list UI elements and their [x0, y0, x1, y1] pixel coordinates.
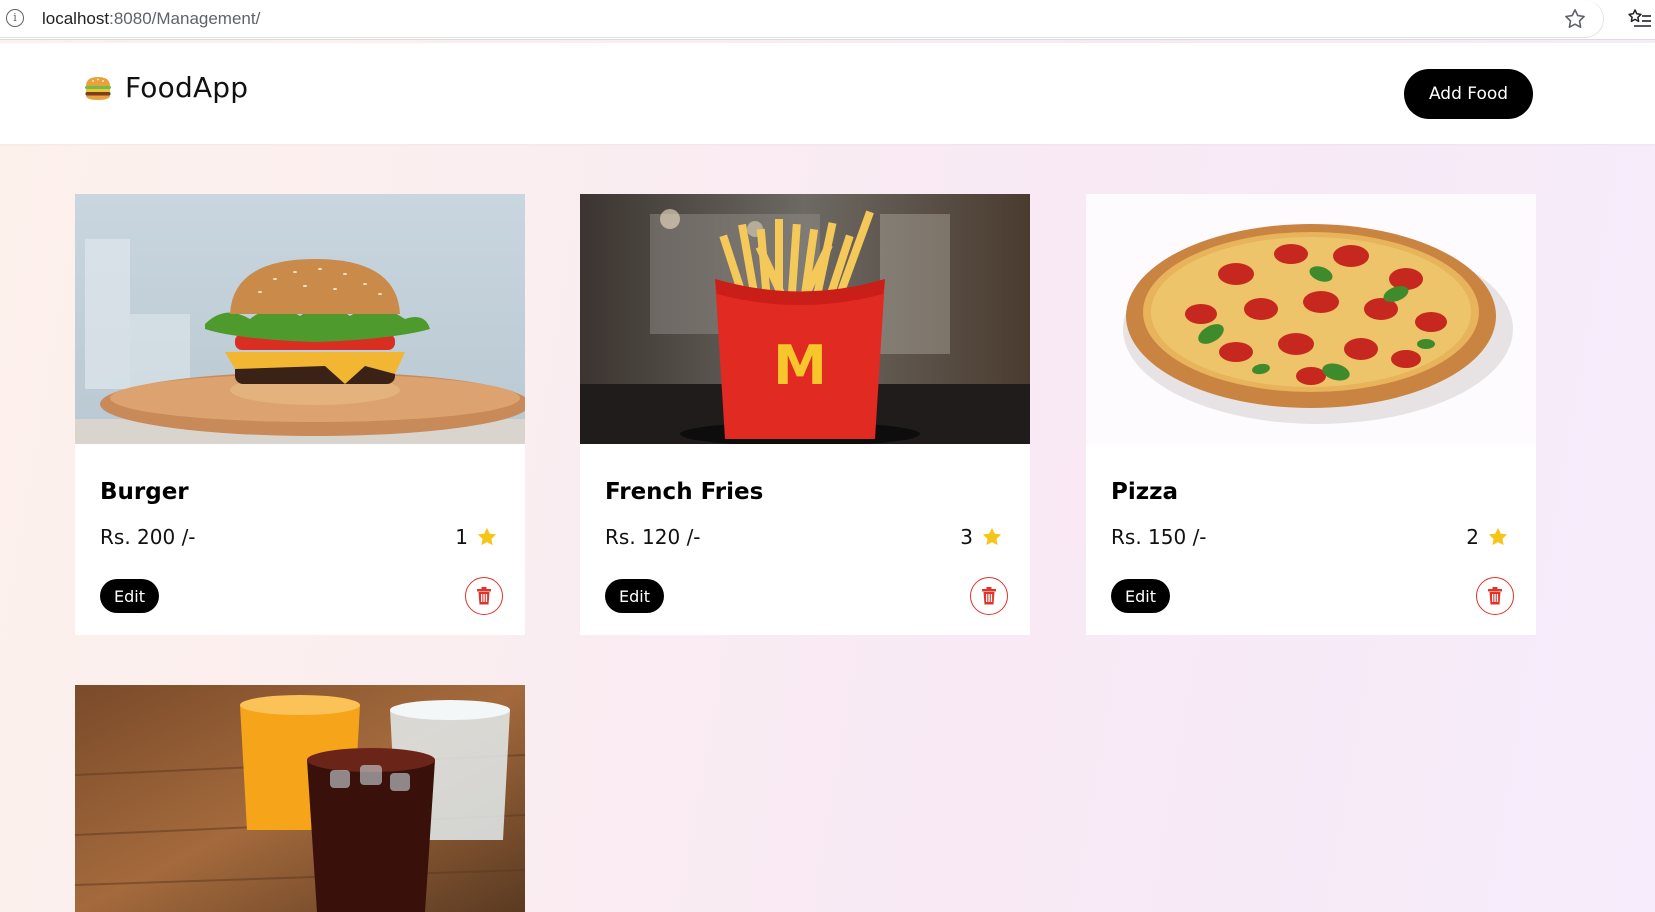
svg-text:M: M — [773, 334, 827, 397]
url-path: :8080/Management/ — [109, 9, 261, 28]
edit-button[interactable]: Edit — [605, 579, 664, 613]
food-name: French Fries — [605, 479, 764, 505]
browser-toolbar: i localhost:8080/Management/ — [0, 0, 1655, 40]
edit-button[interactable]: Edit — [1111, 579, 1170, 613]
rating-value: 1 — [455, 525, 468, 549]
rating-value: 2 — [1466, 525, 1479, 549]
food-price: Rs. 150 /- — [1111, 525, 1207, 549]
url-text[interactable]: localhost:8080/Management/ — [42, 9, 260, 29]
trash-icon — [477, 587, 491, 605]
bookmark-star-icon[interactable] — [1563, 7, 1587, 31]
food-card-pizza: Pizza Rs. 150 /- 2 Edit — [1086, 194, 1536, 635]
food-rating: 2 — [1466, 525, 1509, 549]
edit-button[interactable]: Edit — [100, 579, 159, 613]
food-price: Rs. 120 /- — [605, 525, 701, 549]
drinks-image — [75, 685, 525, 912]
info-icon[interactable]: i — [6, 9, 24, 27]
brand[interactable]: FoodApp — [83, 71, 248, 104]
food-name: Pizza — [1111, 479, 1179, 505]
trash-icon — [982, 587, 996, 605]
food-card-french-fries: M French Fries Rs. 120 /- 3 Edit — [580, 194, 1030, 635]
delete-button[interactable] — [1476, 577, 1514, 615]
french-fries-image: M — [580, 194, 1030, 444]
food-card-burger: Burger Rs. 200 /- 1 Edit — [75, 194, 525, 635]
add-food-button[interactable]: Add Food — [1404, 69, 1533, 119]
delete-button[interactable] — [970, 577, 1008, 615]
star-icon — [1488, 527, 1508, 546]
url-host: localhost — [42, 9, 110, 28]
address-bar[interactable]: i localhost:8080/Management/ — [0, 0, 1604, 38]
star-icon — [982, 527, 1002, 546]
trash-icon — [1488, 587, 1502, 605]
food-price: Rs. 200 /- — [100, 525, 196, 549]
burger-icon — [85, 76, 111, 100]
pizza-image — [1086, 194, 1536, 444]
star-icon — [477, 527, 497, 546]
delete-button[interactable] — [465, 577, 503, 615]
rating-value: 3 — [960, 525, 973, 549]
food-rating: 3 — [960, 525, 1003, 549]
burger-image — [75, 194, 525, 444]
navbar: FoodApp Add Food — [0, 43, 1655, 144]
brand-name: FoodApp — [125, 71, 249, 104]
food-rating: 1 — [455, 525, 498, 549]
food-name: Burger — [100, 479, 189, 505]
food-card-drinks — [75, 685, 525, 912]
reading-list-icon[interactable] — [1628, 8, 1652, 30]
